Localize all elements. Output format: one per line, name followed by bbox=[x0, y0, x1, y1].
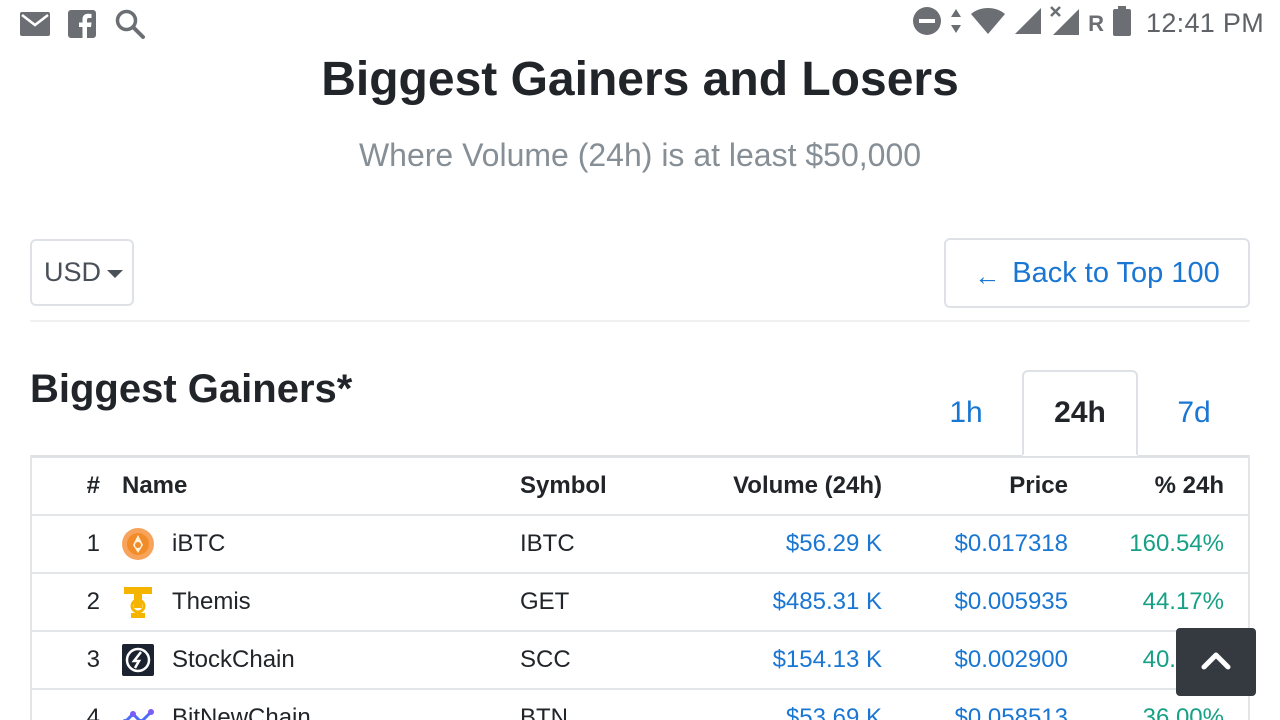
row-symbol: GET bbox=[520, 588, 570, 615]
row-volume[interactable]: $53.69 K bbox=[660, 704, 882, 720]
row-price[interactable]: $0.017318 bbox=[882, 530, 1068, 558]
divider bbox=[30, 320, 1250, 322]
battery-icon bbox=[1112, 6, 1132, 41]
header-rank[interactable]: # bbox=[32, 472, 100, 500]
row-name-cell[interactable]: iBTC bbox=[100, 528, 520, 560]
gainers-table: # Name Symbol Volume (24h) Price % 24h 1… bbox=[30, 455, 1250, 720]
row-symbol: BTN bbox=[520, 704, 568, 720]
header-price[interactable]: Price bbox=[882, 472, 1068, 500]
tab-24h[interactable]: 24h bbox=[1022, 370, 1138, 456]
back-button-label: Back to Top 100 bbox=[1012, 256, 1220, 289]
table-row: 4 BitNewChain BTN $53.69 K $0.058513 36.… bbox=[32, 690, 1248, 720]
roaming-indicator: R bbox=[1088, 10, 1105, 36]
system-icons: R 12:41 PM bbox=[912, 6, 1264, 41]
left-arrow-icon: ← bbox=[974, 260, 1001, 291]
themis-coin-icon bbox=[122, 586, 154, 618]
stockchain-coin-icon bbox=[122, 644, 154, 676]
row-symbol: IBTC bbox=[520, 530, 575, 557]
currency-value: USD bbox=[44, 257, 102, 287]
tab-7d[interactable]: 7d bbox=[1138, 370, 1250, 456]
row-name-cell[interactable]: StockChain bbox=[100, 644, 520, 676]
table-row: 3 StockChain SCC $154.13 K $0.002900 40.… bbox=[32, 632, 1248, 690]
header-symbol[interactable]: Symbol bbox=[520, 472, 660, 500]
coin-name[interactable]: iBTC bbox=[172, 530, 225, 558]
row-change: 160.54% bbox=[1129, 530, 1224, 557]
wifi-icon bbox=[970, 7, 1006, 40]
bitnewchain-coin-icon bbox=[122, 702, 154, 720]
row-volume[interactable]: $56.29 K bbox=[660, 530, 882, 558]
header-volume[interactable]: Volume (24h) bbox=[660, 472, 882, 500]
header-change[interactable]: % 24h bbox=[1068, 472, 1224, 500]
section-title: Biggest Gainers* bbox=[30, 367, 353, 411]
row-rank: 3 bbox=[86, 646, 100, 673]
data-arrows-icon bbox=[950, 7, 962, 40]
timeframe-tabs: 1h 24h 7d bbox=[910, 370, 1250, 456]
row-symbol: SCC bbox=[520, 646, 571, 673]
row-price[interactable]: $0.002900 bbox=[882, 646, 1068, 674]
clock: 12:41 PM bbox=[1146, 8, 1264, 38]
coin-name[interactable]: Themis bbox=[172, 588, 251, 616]
back-to-top-100-button[interactable]: ← Back to Top 100 bbox=[944, 238, 1250, 308]
row-name-cell[interactable]: BitNewChain bbox=[100, 702, 520, 720]
row-volume[interactable]: $485.31 K bbox=[660, 588, 882, 616]
row-change: 44.17% bbox=[1142, 588, 1224, 615]
mail-icon bbox=[20, 12, 50, 41]
signal-no-service-icon bbox=[1050, 6, 1080, 41]
row-volume[interactable]: $154.13 K bbox=[660, 646, 882, 674]
row-price[interactable]: $0.005935 bbox=[882, 588, 1068, 616]
status-bar: R 12:41 PM bbox=[0, 0, 1280, 48]
currency-select[interactable]: USD bbox=[30, 239, 134, 306]
row-price[interactable]: $0.058513 bbox=[882, 704, 1068, 720]
coin-name[interactable]: StockChain bbox=[172, 646, 295, 674]
do-not-disturb-icon bbox=[912, 6, 942, 41]
caret-down-icon bbox=[107, 270, 124, 278]
notification-icons bbox=[20, 8, 146, 45]
row-rank: 1 bbox=[86, 530, 100, 557]
page-title: Biggest Gainers and Losers bbox=[321, 53, 959, 106]
signal-icon bbox=[1014, 7, 1042, 40]
coin-name[interactable]: BitNewChain bbox=[172, 704, 311, 720]
ibtc-coin-icon bbox=[122, 528, 154, 560]
scroll-to-top-button[interactable] bbox=[1176, 628, 1256, 696]
header-name[interactable]: Name bbox=[100, 472, 520, 500]
tab-1h[interactable]: 1h bbox=[910, 370, 1022, 456]
search-icon bbox=[114, 8, 146, 45]
row-rank: 2 bbox=[86, 588, 100, 615]
chevron-up-icon bbox=[1201, 650, 1231, 675]
table-row: 1 iBTC IBTC $56.29 K $0.017318 160.54% bbox=[32, 516, 1248, 574]
table-header-row: # Name Symbol Volume (24h) Price % 24h bbox=[32, 458, 1248, 516]
facebook-icon bbox=[68, 10, 96, 43]
page-subtitle: Where Volume (24h) is at least $50,000 bbox=[358, 137, 922, 173]
row-change: 36.00% bbox=[1142, 704, 1224, 720]
row-rank: 4 bbox=[86, 704, 100, 720]
row-name-cell[interactable]: Themis bbox=[100, 586, 520, 618]
table-row: 2 Themis GET $485.31 K $0.005935 44.17% bbox=[32, 574, 1248, 632]
